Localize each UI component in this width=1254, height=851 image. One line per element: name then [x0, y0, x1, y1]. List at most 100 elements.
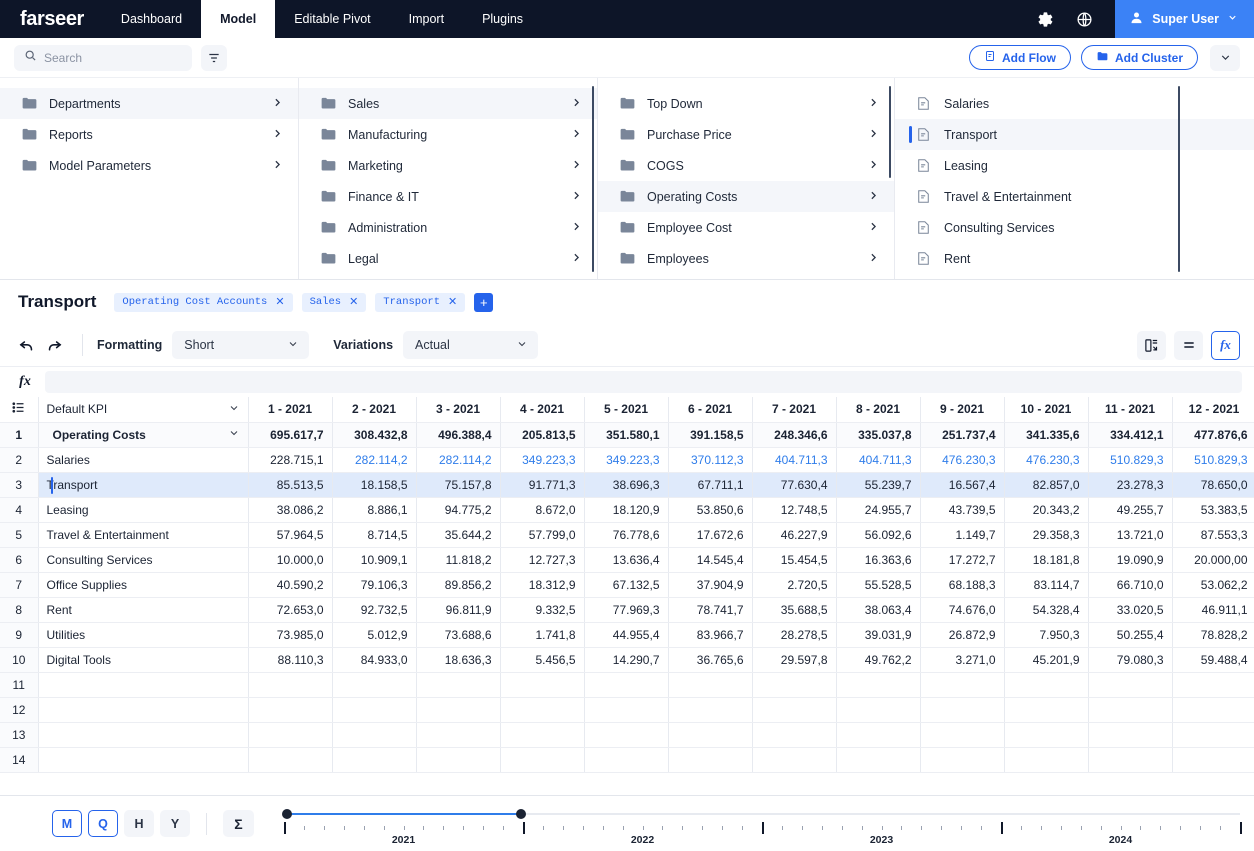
timeline-handle-start[interactable] [282, 808, 292, 819]
undo-icon[interactable] [12, 331, 40, 359]
formatting-select[interactable]: Short [172, 331, 310, 359]
data-cell[interactable]: 18.312,9 [500, 572, 585, 598]
data-cell[interactable]: 66.710,0 [1088, 572, 1173, 598]
tree-item-operating-costs[interactable]: Operating Costs [598, 181, 894, 212]
data-cell[interactable]: 14.290,7 [584, 647, 669, 673]
chevron-right-icon[interactable] [570, 189, 583, 205]
tag-chip[interactable]: Sales ✕ [301, 292, 367, 312]
data-cell[interactable]: 57.799,0 [500, 522, 585, 548]
layout-icon[interactable] [1137, 330, 1166, 360]
data-cell[interactable]: 477.876,6 [1172, 422, 1254, 448]
data-cell[interactable] [1088, 747, 1173, 773]
data-cell[interactable]: 26.872,9 [920, 622, 1005, 648]
data-cell[interactable] [920, 672, 1005, 698]
data-cell[interactable]: 59.488,4 [1172, 647, 1254, 673]
data-cell[interactable]: 89.856,2 [416, 572, 501, 598]
column-scrollbar[interactable] [889, 86, 891, 178]
row-number[interactable]: 13 [0, 722, 39, 748]
period-column-header[interactable]: 6 - 2021 [668, 397, 753, 423]
add-flow-button[interactable]: Add Flow [968, 45, 1071, 70]
data-cell[interactable] [752, 747, 837, 773]
data-cell[interactable] [1004, 747, 1089, 773]
period-column-header[interactable]: 11 - 2021 [1088, 397, 1173, 423]
data-cell[interactable]: 43.739,5 [920, 497, 1005, 523]
aggregate-button[interactable]: Σ [223, 810, 254, 837]
close-icon[interactable]: ✕ [349, 295, 358, 309]
data-cell[interactable]: 2.720,5 [752, 572, 837, 598]
data-cell[interactable]: 94.775,2 [416, 497, 501, 523]
tag-chip[interactable]: Transport ✕ [375, 292, 466, 312]
chevron-down-icon[interactable] [228, 402, 240, 417]
data-cell[interactable]: 16.567,4 [920, 472, 1005, 498]
data-cell[interactable]: 83.114,7 [1004, 572, 1089, 598]
data-cell[interactable] [332, 672, 417, 698]
data-cell[interactable]: 17.272,7 [920, 547, 1005, 573]
data-cell[interactable]: 50.255,4 [1088, 622, 1173, 648]
period-column-header[interactable]: 4 - 2021 [500, 397, 585, 423]
row-label-cell[interactable] [38, 672, 249, 698]
data-cell[interactable]: 91.771,3 [500, 472, 585, 498]
data-cell[interactable]: 282.114,2 [416, 447, 501, 473]
data-cell[interactable]: 77.630,4 [752, 472, 837, 498]
tree-item-transport[interactable]: Transport [895, 119, 1254, 150]
chevron-right-icon[interactable] [867, 251, 880, 267]
data-cell[interactable]: 1.741,8 [500, 622, 585, 648]
data-cell[interactable]: 15.454,5 [752, 547, 837, 573]
data-cell[interactable]: 33.020,5 [1088, 597, 1173, 623]
data-cell[interactable]: 14.545,4 [668, 547, 753, 573]
data-cell[interactable]: 18.636,3 [416, 647, 501, 673]
data-cell[interactable] [584, 672, 669, 698]
table-row[interactable]: 2 Salaries 228.715,1 282.114,2 282.114,2 349.… [0, 447, 1254, 473]
data-cell[interactable]: 84.933,0 [332, 647, 417, 673]
data-cell[interactable]: 18.158,5 [332, 472, 417, 498]
data-cell[interactable]: 75.157,8 [416, 472, 501, 498]
data-cell[interactable]: 38.086,2 [248, 497, 333, 523]
nav-tab-editable-pivot[interactable]: Editable Pivot [275, 0, 389, 38]
data-cell[interactable]: 510.829,3 [1172, 447, 1254, 473]
data-cell[interactable] [1172, 722, 1254, 748]
filter-icon[interactable] [201, 44, 227, 71]
data-cell[interactable]: 82.857,0 [1004, 472, 1089, 498]
data-cell[interactable]: 370.112,3 [668, 447, 753, 473]
period-column-header[interactable]: 2 - 2021 [332, 397, 417, 423]
data-cell[interactable]: 205.813,5 [500, 422, 585, 448]
granularity-m[interactable]: M [52, 810, 82, 837]
chevron-down-icon[interactable] [228, 427, 240, 442]
chevron-right-icon[interactable] [271, 127, 284, 143]
close-icon[interactable]: ✕ [448, 295, 457, 309]
fx-icon[interactable]: fx [1211, 330, 1240, 360]
data-cell[interactable]: 476.230,3 [1004, 447, 1089, 473]
row-label-cell[interactable] [38, 722, 249, 748]
data-cell[interactable]: 5.456,5 [500, 647, 585, 673]
tree-item-leasing[interactable]: Leasing [895, 150, 1254, 181]
data-cell[interactable]: 76.778,6 [584, 522, 669, 548]
granularity-h[interactable]: H [124, 810, 154, 837]
row-number[interactable]: 7 [0, 572, 39, 598]
data-cell[interactable] [668, 722, 753, 748]
data-cell[interactable] [500, 672, 585, 698]
tree-item-legal[interactable]: Legal [299, 243, 597, 274]
chevron-right-icon[interactable] [867, 127, 880, 143]
data-cell[interactable]: 282.114,2 [332, 447, 417, 473]
data-cell[interactable]: 45.201,9 [1004, 647, 1089, 673]
data-cell[interactable] [332, 747, 417, 773]
data-cell[interactable]: 8.714,5 [332, 522, 417, 548]
data-cell[interactable]: 334.412,1 [1088, 422, 1173, 448]
row-number[interactable]: 14 [0, 747, 39, 773]
list-icon[interactable] [11, 402, 26, 418]
chevron-right-icon[interactable] [271, 158, 284, 174]
globe-icon[interactable] [1076, 11, 1093, 28]
data-cell[interactable]: 695.617,7 [248, 422, 333, 448]
period-column-header[interactable]: 9 - 2021 [920, 397, 1005, 423]
data-cell[interactable] [920, 747, 1005, 773]
data-cell[interactable] [668, 747, 753, 773]
data-cell[interactable]: 53.383,5 [1172, 497, 1254, 523]
table-row-empty[interactable]: 14 [0, 747, 1254, 773]
row-label-cell[interactable]: Digital Tools [38, 647, 249, 673]
data-cell[interactable]: 55.239,7 [836, 472, 921, 498]
tree-item-rent[interactable]: Rent [895, 243, 1254, 274]
table-row[interactable]: 8 Rent 72.653,0 92.732,5 96.811,9 9.332,5 77.9… [0, 597, 1254, 623]
data-cell[interactable]: 40.590,2 [248, 572, 333, 598]
variations-select[interactable]: Actual [403, 331, 539, 359]
data-cell[interactable]: 404.711,3 [752, 447, 837, 473]
